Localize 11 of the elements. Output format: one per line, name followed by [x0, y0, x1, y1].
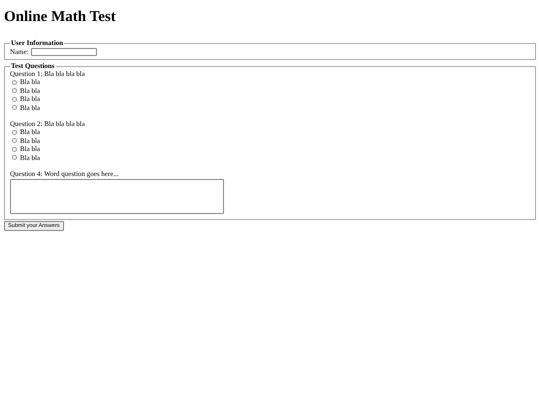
- radio-button[interactable]: [12, 105, 17, 110]
- radio-button[interactable]: [12, 88, 17, 94]
- radio-button[interactable]: [12, 146, 17, 152]
- radio-button[interactable]: [12, 130, 17, 135]
- page-title: Online Math Test: [4, 8, 117, 26]
- radio-button[interactable]: [12, 96, 17, 102]
- radio-button[interactable]: [12, 155, 17, 160]
- radio-button[interactable]: [12, 138, 17, 144]
- radio-button[interactable]: [12, 80, 17, 85]
- name-input-field[interactable]: [30, 48, 97, 56]
- answer-text-area[interactable]: [10, 179, 224, 214]
